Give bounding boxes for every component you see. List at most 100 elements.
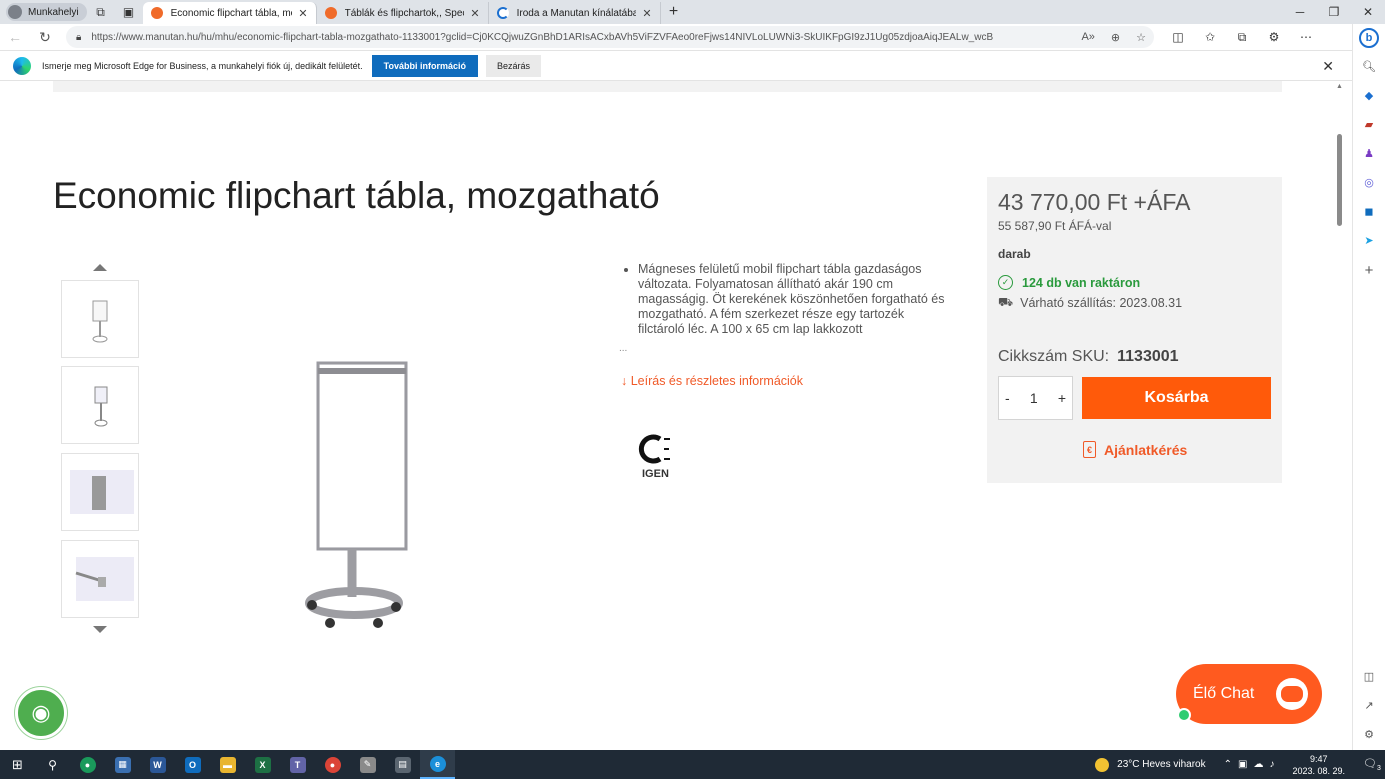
chrome-alt-icon[interactable]: ● [315,750,350,779]
calendar-icon[interactable]: ▦ [105,750,140,779]
profile-button[interactable]: Munkahelyi [6,3,87,21]
loading-icon [496,7,509,19]
settings-gear-icon[interactable]: ⚙ [1357,722,1381,746]
more-menu-icon[interactable]: ⋯ [1290,30,1322,45]
outlook-icon[interactable]: ◼ [1357,199,1381,223]
notification-count: 3 [1377,765,1381,773]
checkmark-icon: ✓ [998,275,1013,290]
start-icon[interactable]: ⊞ [0,750,35,779]
thumbnail-2[interactable] [61,366,139,444]
refresh-icon[interactable]: ↻ [30,29,60,46]
tab-title: Economic flipchart tábla, mozgat [170,7,293,19]
file-explorer-icon[interactable]: ▬ [210,750,245,779]
bing-icon[interactable]: b [1357,26,1381,50]
notifications-icon[interactable]: 🗨︎3 [1359,757,1385,772]
excel-icon[interactable]: X [245,750,280,779]
quote-document-icon: € [1083,441,1096,458]
favorites-icon[interactable]: ✩ [1194,30,1226,45]
close-tab-icon[interactable]: ✕ [470,7,479,20]
sku-label: Cikkszám SKU: [998,348,1110,365]
address-bar-row: ← ↻ 🔒︎ https://www.manutan.hu/hu/mhu/eco… [0,24,1352,50]
back-icon[interactable]: ← [0,29,30,45]
price-gross: 55 587,90 Ft ÁFÁ-val [998,219,1112,233]
weather-widget[interactable]: 23°C Heves viharok [1095,757,1206,772]
read-aloud-icon[interactable]: A» [1081,31,1094,43]
workspaces-icon[interactable]: ⧉ [87,0,115,24]
split-view-icon[interactable]: ◫ [1357,664,1381,688]
collections-icon[interactable]: ⧉ [1226,30,1258,45]
tab-iroda[interactable]: Iroda a Manutan kínálatában. ✕ [489,2,661,24]
flipchart-thumb-icon [94,386,108,427]
close-icon[interactable]: ✕ [1322,58,1334,75]
calculator-icon[interactable]: ▤ [385,750,420,779]
flipchart-image-icon [305,361,408,628]
qty-input[interactable]: 1 [1030,390,1038,406]
tab-title: Iroda a Manutan kínálatában. [516,7,637,19]
close-tab-icon[interactable]: ✕ [642,7,651,20]
teams-icon[interactable]: T [280,750,315,779]
favorite-star-icon[interactable]: ☆ [1136,31,1146,44]
maximize-icon[interactable]: ❐ [1317,0,1351,24]
dismiss-button[interactable]: Bezárás [486,54,542,77]
minimize-icon[interactable]: ─ [1283,0,1317,24]
shopping-tag-icon[interactable]: ◆ [1357,83,1381,107]
qty-decrease-button[interactable]: - [1005,390,1010,406]
scroll-up-icon[interactable]: ▲ [1336,83,1343,90]
cookie-icon: ◉ [31,700,51,725]
edge-sidebar: b 🔍︎ ◆ ▰ ♟ ◎ ◼ ➤ + ◫ ↗ ⚙ [1352,24,1385,750]
flipchart-detail-icon [70,470,134,514]
url-field[interactable]: 🔒︎ https://www.manutan.hu/hu/mhu/economi… [66,26,1154,48]
close-window-icon[interactable]: ✕ [1351,0,1385,24]
truck-icon: ⛟ [998,295,1014,309]
paint-icon[interactable]: ✎ [350,750,385,779]
ce-label: IGEN [642,468,669,480]
thumbs-down-arrow-icon[interactable] [93,626,107,633]
details-link[interactable]: ↓ Leírás és részletes információk [621,374,803,388]
system-tray: 23°C Heves viharok ⌃▣☁♪ 9:47 2023. 08. 2… [1095,750,1385,779]
thumbnail-1[interactable] [61,280,139,358]
scroll-thumb[interactable] [1337,134,1342,226]
office-icon[interactable]: ◎ [1357,170,1381,194]
split-screen-icon[interactable]: ◫ [1162,30,1194,45]
open-external-icon[interactable]: ↗ [1357,693,1381,717]
search-icon[interactable]: 🔍︎ [1357,54,1381,78]
thumbnail-4[interactable] [61,540,139,618]
edge-icon[interactable]: e [420,750,455,779]
learn-more-button[interactable]: További információ [371,54,478,77]
zoom-icon[interactable]: ⊕ [1111,31,1120,44]
main-product-image[interactable] [300,361,410,636]
games-icon[interactable]: ♟ [1357,141,1381,165]
send-icon[interactable]: ➤ [1357,228,1381,252]
thumbs-up-arrow-icon[interactable] [93,264,107,271]
tab-tablak[interactable]: Táblák és flipchartok,, Speciális tá ✕ [317,2,489,24]
clock-date: 2023. 08. 29. [1292,765,1345,776]
product-page: Economic flipchart tábla, mozgatható • M… [0,81,1333,750]
briefcase-icon[interactable]: ▰ [1357,112,1381,136]
close-tab-icon[interactable]: ✕ [298,7,307,20]
live-chat-button[interactable]: Élő Chat [1176,664,1322,724]
lock-icon: 🔒︎ [76,31,82,43]
thumbnail-3[interactable] [61,453,139,531]
tab-economic-flipchart[interactable]: Economic flipchart tábla, mozgat ✕ [142,2,317,24]
request-quote-button[interactable]: € Ajánlatkérés [1083,441,1187,458]
extensions-icon[interactable]: ⚙ [1258,30,1290,45]
outlook-icon[interactable]: O [175,750,210,779]
chrome-icon[interactable]: ● [70,750,105,779]
tray-icons[interactable]: ⌃▣☁♪ [1224,759,1281,770]
search-icon[interactable]: ⚲ [35,750,70,779]
add-to-cart-button[interactable]: Kosárba [1082,377,1271,419]
header-band [53,81,1282,92]
weather-text: 23°C Heves viharok [1117,759,1206,770]
sku-value: 1133001 [1117,348,1179,365]
tab-actions-icon[interactable]: ▣ [115,0,143,24]
windows-taskbar: ⊞ ⚲ ● ▦ W O ▬ X T ● ✎ ▤ e 23°C Heves vih… [0,750,1385,779]
page-scrollbar[interactable]: ▲ [1333,81,1352,750]
ce-mark-icon [638,433,674,470]
cookie-settings-button[interactable]: ◉ [15,687,67,739]
qty-increase-button[interactable]: + [1058,390,1066,406]
online-status-dot [1177,708,1191,722]
clock[interactable]: 9:47 2023. 08. 29. [1292,753,1345,777]
word-icon[interactable]: W [140,750,175,779]
new-tab-icon[interactable]: + [661,3,687,21]
add-icon[interactable]: + [1357,258,1381,282]
